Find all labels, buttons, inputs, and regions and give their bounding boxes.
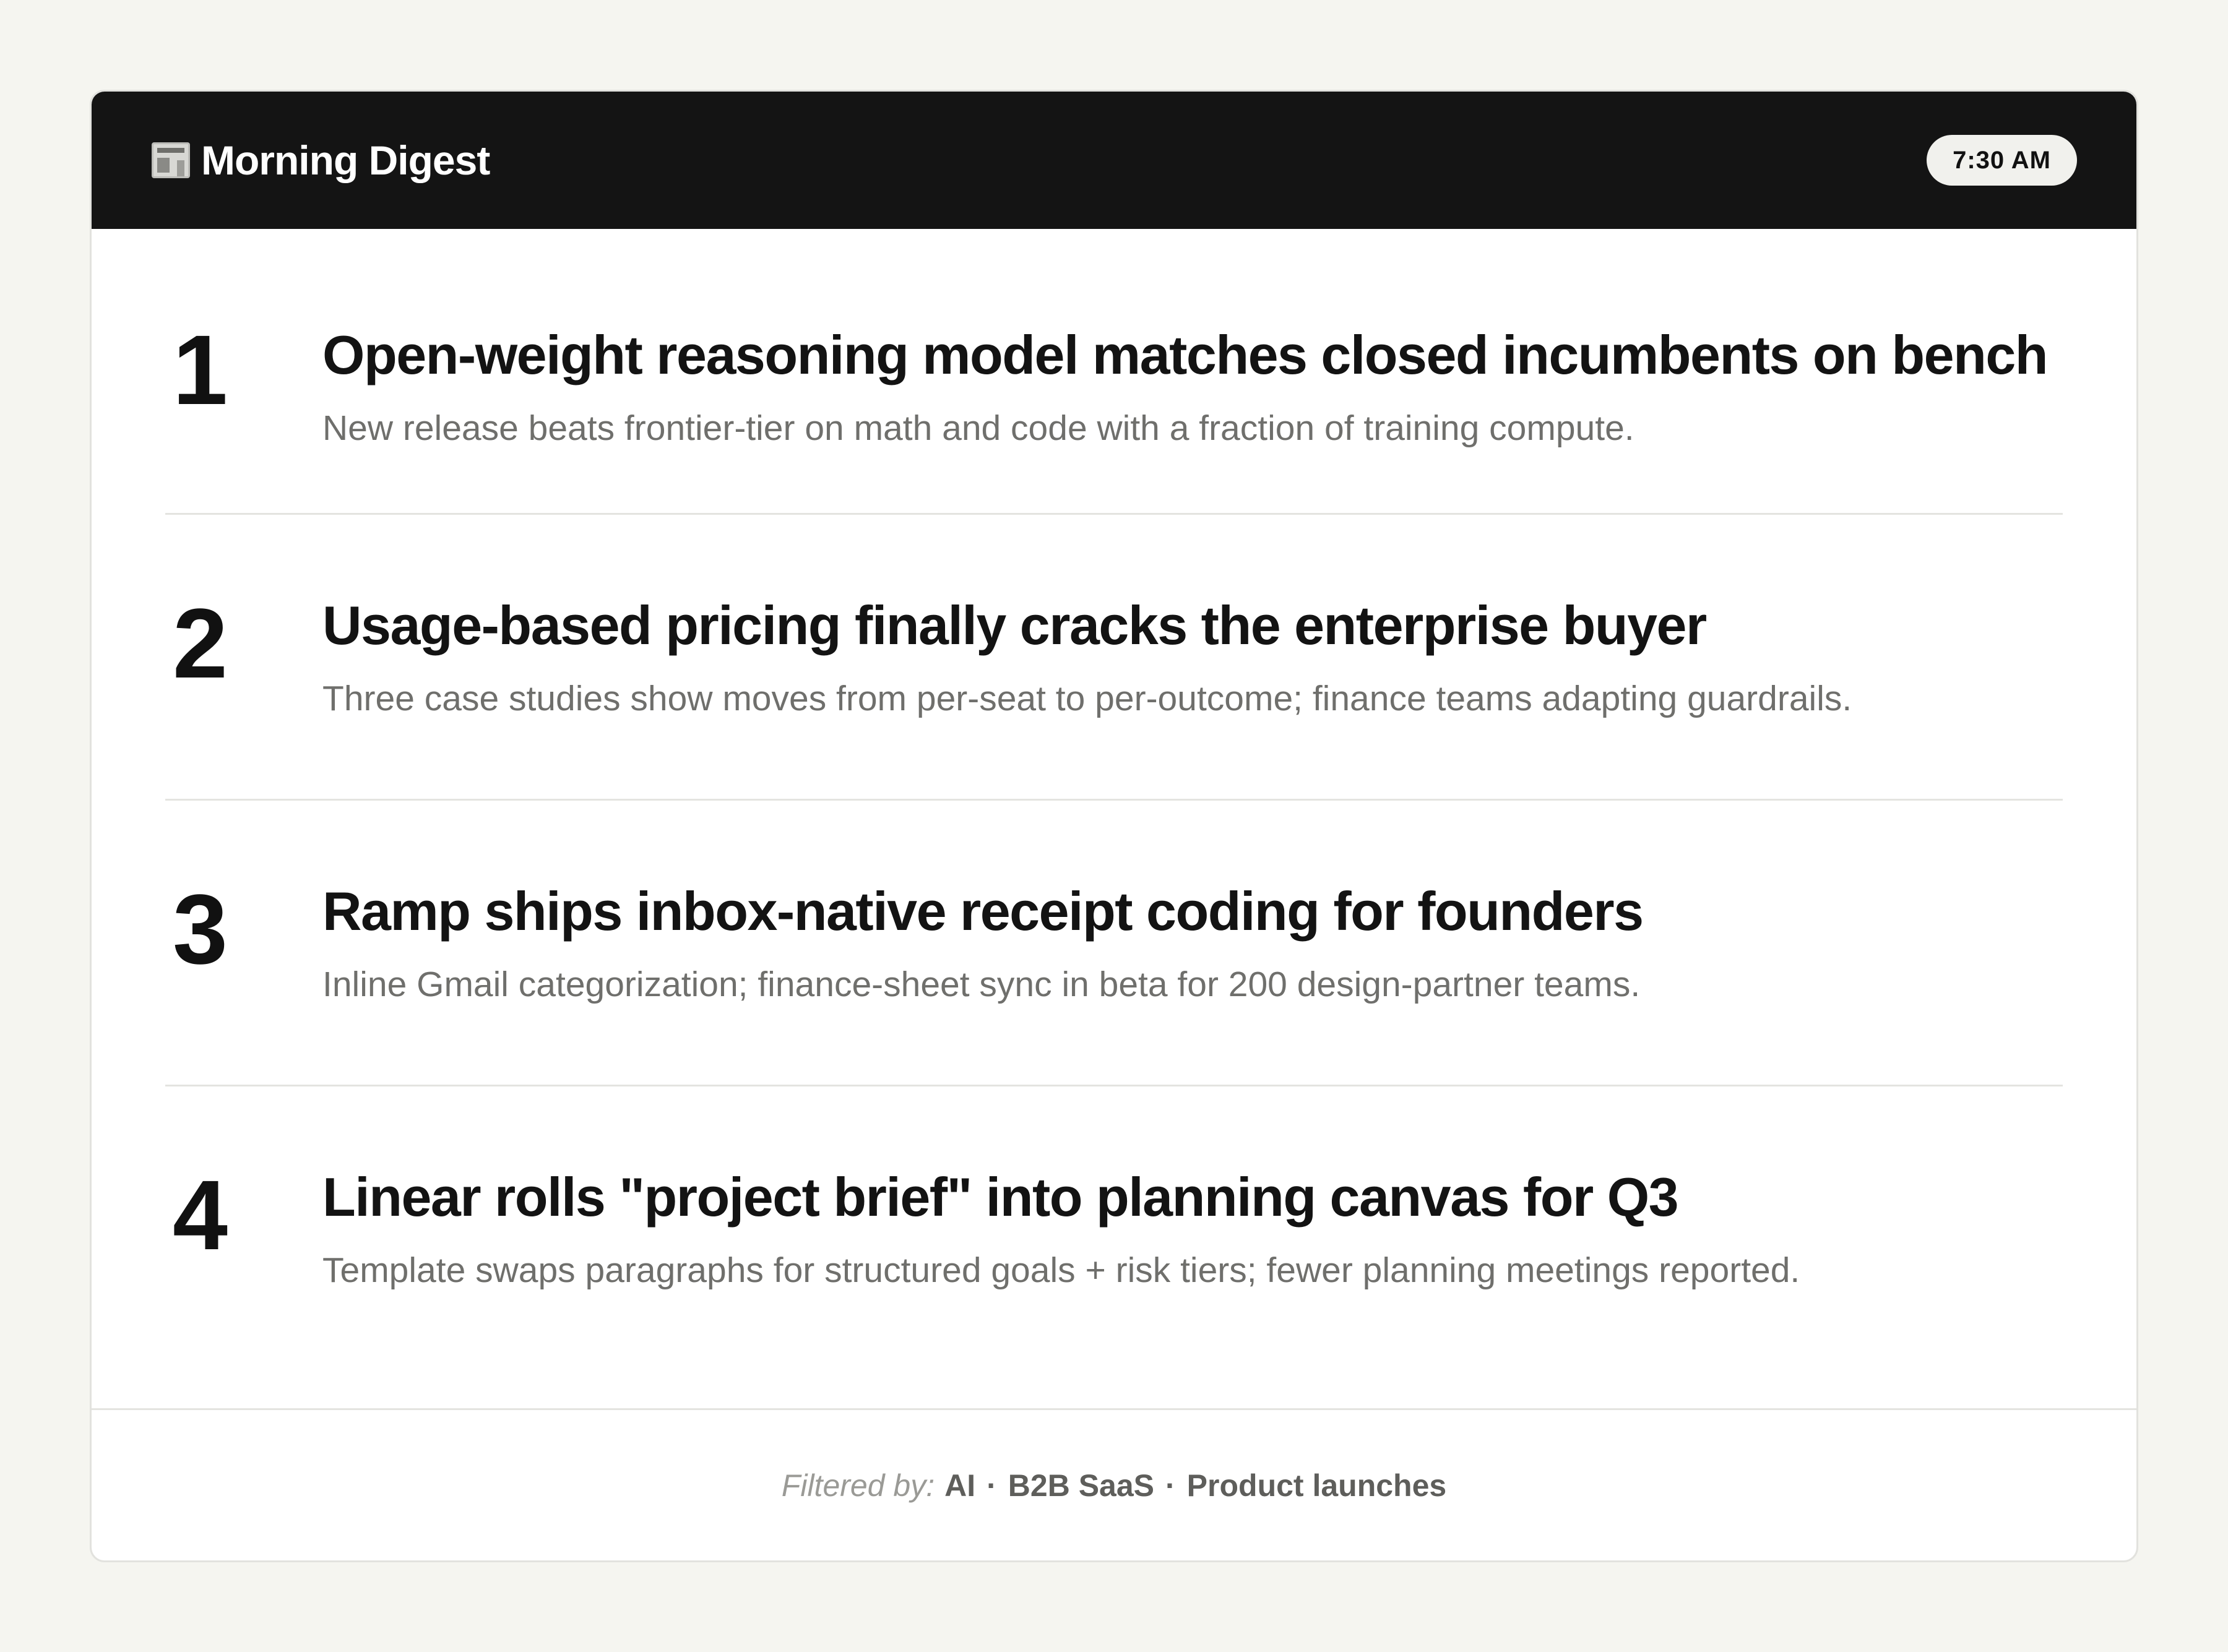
digest-card: Morning Digest 7:30 AM 1 Open-weight rea… (90, 90, 2138, 1562)
story-summary: Three case studies show moves from per-s… (322, 678, 1852, 718)
story-content: Open-weight reasoning model matches clos… (322, 325, 2063, 450)
story-rank: 2 (173, 588, 228, 699)
digest-header: Morning Digest 7:30 AM (92, 92, 2136, 229)
story-rank: 3 (173, 874, 228, 984)
page-title: Morning Digest (201, 137, 490, 183)
story-item-3[interactable]: 3 Ramp ships inbox-native receipt coding… (165, 801, 2063, 1086)
filter-label: Filtered by: (781, 1468, 935, 1503)
story-content: Ramp ships inbox-native receipt coding f… (322, 881, 2063, 1007)
story-title[interactable]: Open-weight reasoning model matches clos… (322, 325, 2063, 385)
story-list: 1 Open-weight reasoning model matches cl… (92, 229, 2136, 1386)
filter-list: AI · B2B SaaS · Product launches (944, 1468, 1446, 1504)
story-item-4[interactable]: 4 Linear rolls "project brief" into plan… (165, 1086, 2063, 1386)
story-item-1[interactable]: 1 Open-weight reasoning model matches cl… (165, 229, 2063, 515)
story-summary: New release beats frontier-tier on math … (322, 408, 1634, 448)
filter-tag-b2b-saas[interactable]: B2B SaaS (1008, 1468, 1154, 1504)
story-content: Linear rolls "project brief" into planni… (322, 1167, 2063, 1293)
story-summary: Template swaps paragraphs for structured… (322, 1250, 1800, 1290)
story-title[interactable]: Linear rolls "project brief" into planni… (322, 1167, 2063, 1228)
filter-separator: · (987, 1468, 997, 1503)
time-badge: 7:30 AM (1927, 135, 2077, 186)
story-rank: 1 (173, 314, 228, 425)
filter-tag-product-launches[interactable]: Product launches (1187, 1468, 1447, 1504)
filter-separator: · (1165, 1468, 1176, 1503)
story-summary: Inline Gmail categorization; finance-she… (322, 964, 1641, 1004)
newspaper-icon (152, 142, 190, 178)
story-content: Usage-based pricing finally cracks the e… (322, 595, 2063, 721)
story-title[interactable]: Usage-based pricing finally cracks the e… (322, 595, 2063, 656)
story-title[interactable]: Ramp ships inbox-native receipt coding f… (322, 881, 2063, 942)
brand: Morning Digest (152, 137, 490, 184)
digest-footer: Filtered by: AI · B2B SaaS · Product lau… (92, 1408, 2136, 1560)
story-item-2[interactable]: 2 Usage-based pricing finally cracks the… (165, 515, 2063, 801)
story-rank: 4 (173, 1159, 228, 1270)
filter-tag-ai[interactable]: AI (944, 1468, 975, 1504)
